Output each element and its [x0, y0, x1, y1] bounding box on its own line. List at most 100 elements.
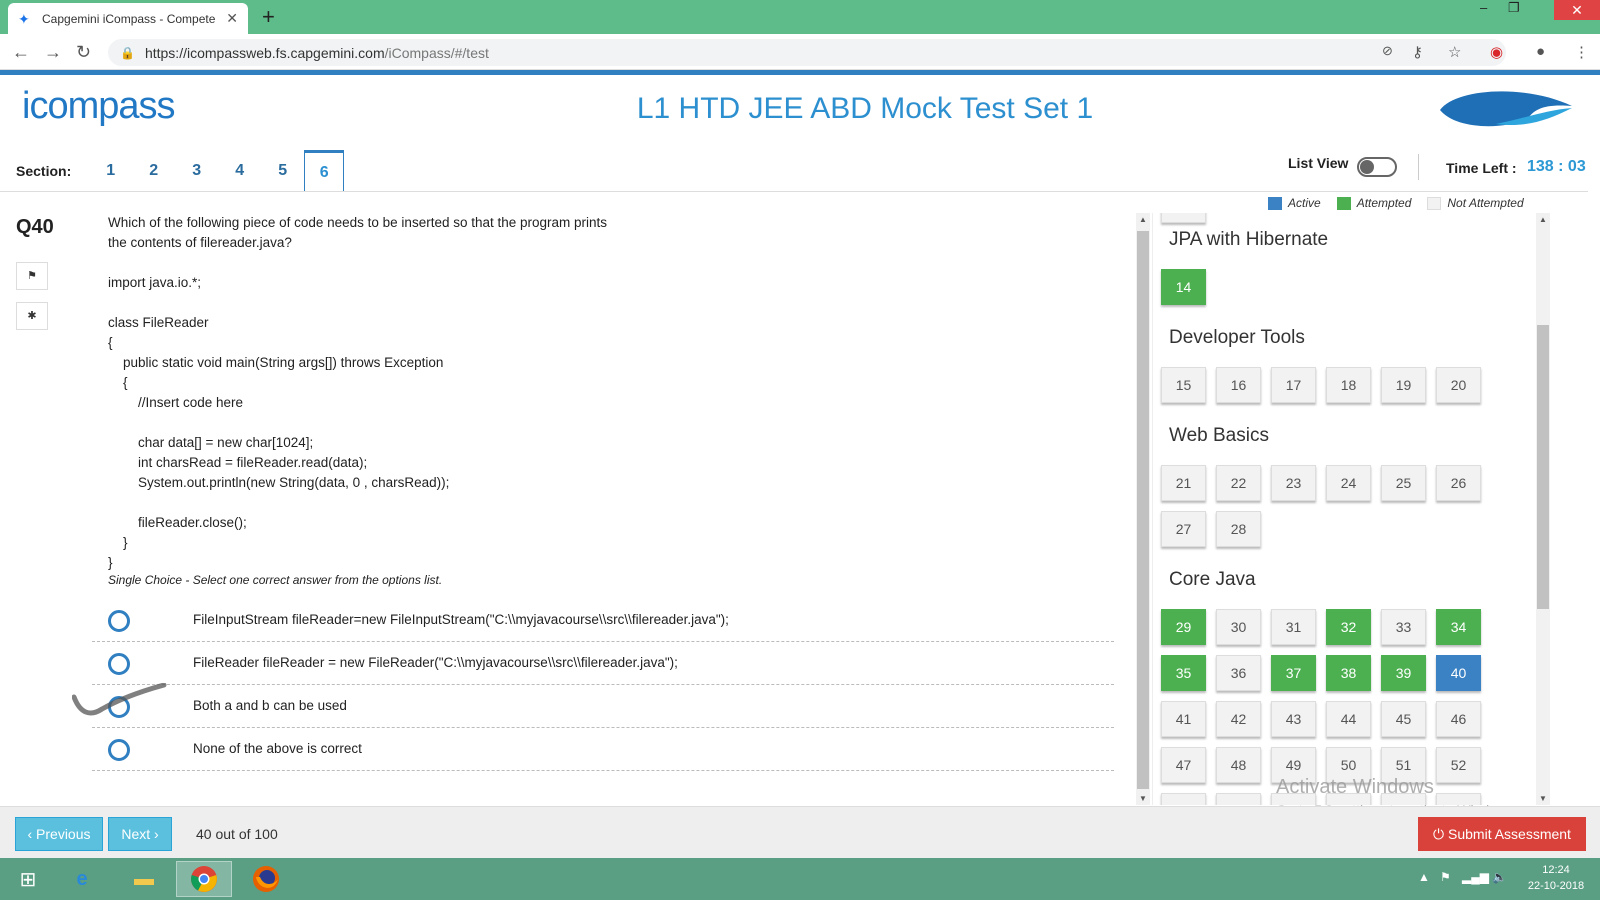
question-box-22[interactable]: 22 [1216, 465, 1261, 501]
question-box-partial[interactable] [1161, 213, 1206, 223]
question-box-39[interactable]: 39 [1381, 655, 1426, 691]
question-box-48[interactable]: 48 [1216, 747, 1261, 783]
list-view-label: List View [1288, 155, 1349, 171]
question-box-24[interactable]: 24 [1326, 465, 1371, 501]
profile-icon[interactable]: ● [1536, 43, 1545, 60]
question-box-23[interactable]: 23 [1271, 465, 1316, 501]
section-label: Section: [16, 163, 72, 179]
opera-extension-icon[interactable]: ◉ [1490, 43, 1503, 61]
forward-icon[interactable]: → [44, 42, 62, 63]
option-c-text: Both a and b can be used [193, 698, 347, 713]
scrollbar-thumb[interactable] [1537, 325, 1549, 609]
question-box-53[interactable]: 53 [1161, 793, 1206, 805]
question-box-21[interactable]: 21 [1161, 465, 1206, 501]
windows-start-icon[interactable]: ⊞ [0, 861, 56, 897]
back-icon[interactable]: ← [12, 42, 30, 63]
url-field[interactable]: 🔒 https://icompassweb.fs.capgemini.com/i… [108, 39, 1506, 66]
list-view-toggle[interactable] [1357, 157, 1397, 177]
scroll-down-icon[interactable]: ▼ [1539, 794, 1547, 803]
question-box-30[interactable]: 30 [1216, 609, 1261, 645]
question-box-45[interactable]: 45 [1381, 701, 1426, 737]
restore-icon[interactable]: ❐ [1508, 0, 1520, 20]
question-box-46[interactable]: 46 [1436, 701, 1481, 737]
option-c[interactable]: Both a and b can be used [92, 685, 1114, 728]
question-box-36[interactable]: 36 [1216, 655, 1261, 691]
question-box-43[interactable]: 43 [1271, 701, 1316, 737]
menu-dots-icon[interactable]: ⋮ [1574, 43, 1589, 61]
scroll-up-icon[interactable]: ▲ [1139, 215, 1147, 224]
question-box-16[interactable]: 16 [1216, 367, 1261, 403]
question-box-33[interactable]: 33 [1381, 609, 1426, 645]
question-box-37[interactable]: 37 [1271, 655, 1316, 691]
group-title: Developer Tools [1169, 327, 1305, 348]
minimize-icon[interactable]: – [1480, 0, 1487, 20]
show-hidden-icons[interactable]: ▲ [1418, 870, 1430, 884]
network-icon[interactable]: ▂▄▆ [1462, 870, 1489, 884]
scroll-up-icon[interactable]: ▲ [1539, 215, 1547, 224]
question-box-44[interactable]: 44 [1326, 701, 1371, 737]
next-button[interactable]: Next › [108, 817, 172, 851]
section-tab-4[interactable]: 4 [218, 150, 261, 192]
star-icon[interactable]: ☆ [1448, 43, 1461, 61]
close-tab-icon[interactable]: ✕ [226, 10, 238, 27]
new-tab-icon[interactable]: + [262, 4, 275, 30]
question-box-41[interactable]: 41 [1161, 701, 1206, 737]
option-b-text: FileReader fileReader = new FileReader("… [193, 655, 678, 670]
previous-button[interactable]: ‹ Previous [15, 817, 103, 851]
volume-icon[interactable]: 🔈 [1492, 870, 1507, 884]
camera-blocked-icon[interactable]: ⊘ [1382, 43, 1393, 59]
question-box-38[interactable]: 38 [1326, 655, 1371, 691]
question-box-35[interactable]: 35 [1161, 655, 1206, 691]
section-tab-5[interactable]: 5 [261, 150, 304, 192]
question-box-25[interactable]: 25 [1381, 465, 1426, 501]
question-box-26[interactable]: 26 [1436, 465, 1481, 501]
question-box-52[interactable]: 52 [1436, 747, 1481, 783]
taskbar-clock[interactable]: 12:24 22-10-2018 [1518, 862, 1594, 894]
section-tab-3[interactable]: 3 [175, 150, 218, 192]
question-box-19[interactable]: 19 [1381, 367, 1426, 403]
question-box-14[interactable]: 14 [1161, 269, 1206, 305]
scrollbar-thumb[interactable] [1137, 231, 1149, 789]
option-d[interactable]: None of the above is correct [92, 728, 1114, 771]
section-tab-2[interactable]: 2 [132, 150, 175, 192]
section-tab-6[interactable]: 6 [304, 150, 345, 192]
question-box-42[interactable]: 42 [1216, 701, 1261, 737]
option-b[interactable]: FileReader fileReader = new FileReader("… [92, 642, 1114, 685]
option-a-radio[interactable] [108, 610, 130, 632]
navigator-scrollbar[interactable]: ▲ ▼ [1536, 213, 1550, 805]
question-box-29[interactable]: 29 [1161, 609, 1206, 645]
question-box-28[interactable]: 28 [1216, 511, 1261, 547]
question-box-20[interactable]: 20 [1436, 367, 1481, 403]
firefox-icon[interactable] [238, 861, 294, 897]
section-tab-1[interactable]: 1 [89, 150, 132, 192]
question-box-54[interactable]: 54 [1216, 793, 1261, 805]
reload-icon[interactable]: ↻ [76, 42, 91, 63]
question-box-47[interactable]: 47 [1161, 747, 1206, 783]
question-box-40[interactable]: 40 [1436, 655, 1481, 691]
question-box-34[interactable]: 34 [1436, 609, 1481, 645]
internet-explorer-icon[interactable]: e [54, 861, 110, 897]
action-center-icon[interactable]: ⚑ [1440, 870, 1451, 884]
scroll-down-icon[interactable]: ▼ [1139, 794, 1147, 803]
file-explorer-icon[interactable]: ▬ [116, 861, 172, 897]
question-box-31[interactable]: 31 [1271, 609, 1316, 645]
option-d-radio[interactable] [108, 739, 130, 761]
browser-tab-bar: ✦ Capgemini iCompass - Compete ✕ + – ❐ ✕ [0, 0, 1600, 34]
key-icon[interactable]: ⚷ [1412, 43, 1423, 61]
question-box-15[interactable]: 15 [1161, 367, 1206, 403]
clock-date: 22-10-2018 [1527, 880, 1585, 892]
question-box-32[interactable]: 32 [1326, 609, 1371, 645]
question-box-27[interactable]: 27 [1161, 511, 1206, 547]
browser-tab[interactable]: ✦ Capgemini iCompass - Compete ✕ [8, 3, 248, 34]
flag-icon[interactable]: ⚑ [16, 262, 48, 290]
group-title: Core Java [1169, 569, 1256, 590]
question-box-18[interactable]: 18 [1326, 367, 1371, 403]
submit-assessment-button[interactable]: ⏻ Submit Assessment [1418, 817, 1586, 851]
option-b-radio[interactable] [108, 653, 130, 675]
option-a[interactable]: FileInputStream fileReader=new FileInput… [92, 599, 1114, 642]
question-box-17[interactable]: 17 [1271, 367, 1316, 403]
bug-report-icon[interactable]: ✱ [16, 302, 48, 330]
window-close-icon[interactable]: ✕ [1554, 0, 1600, 20]
question-scrollbar[interactable]: ▲ ▼ [1136, 213, 1150, 805]
chrome-icon[interactable] [176, 861, 232, 897]
